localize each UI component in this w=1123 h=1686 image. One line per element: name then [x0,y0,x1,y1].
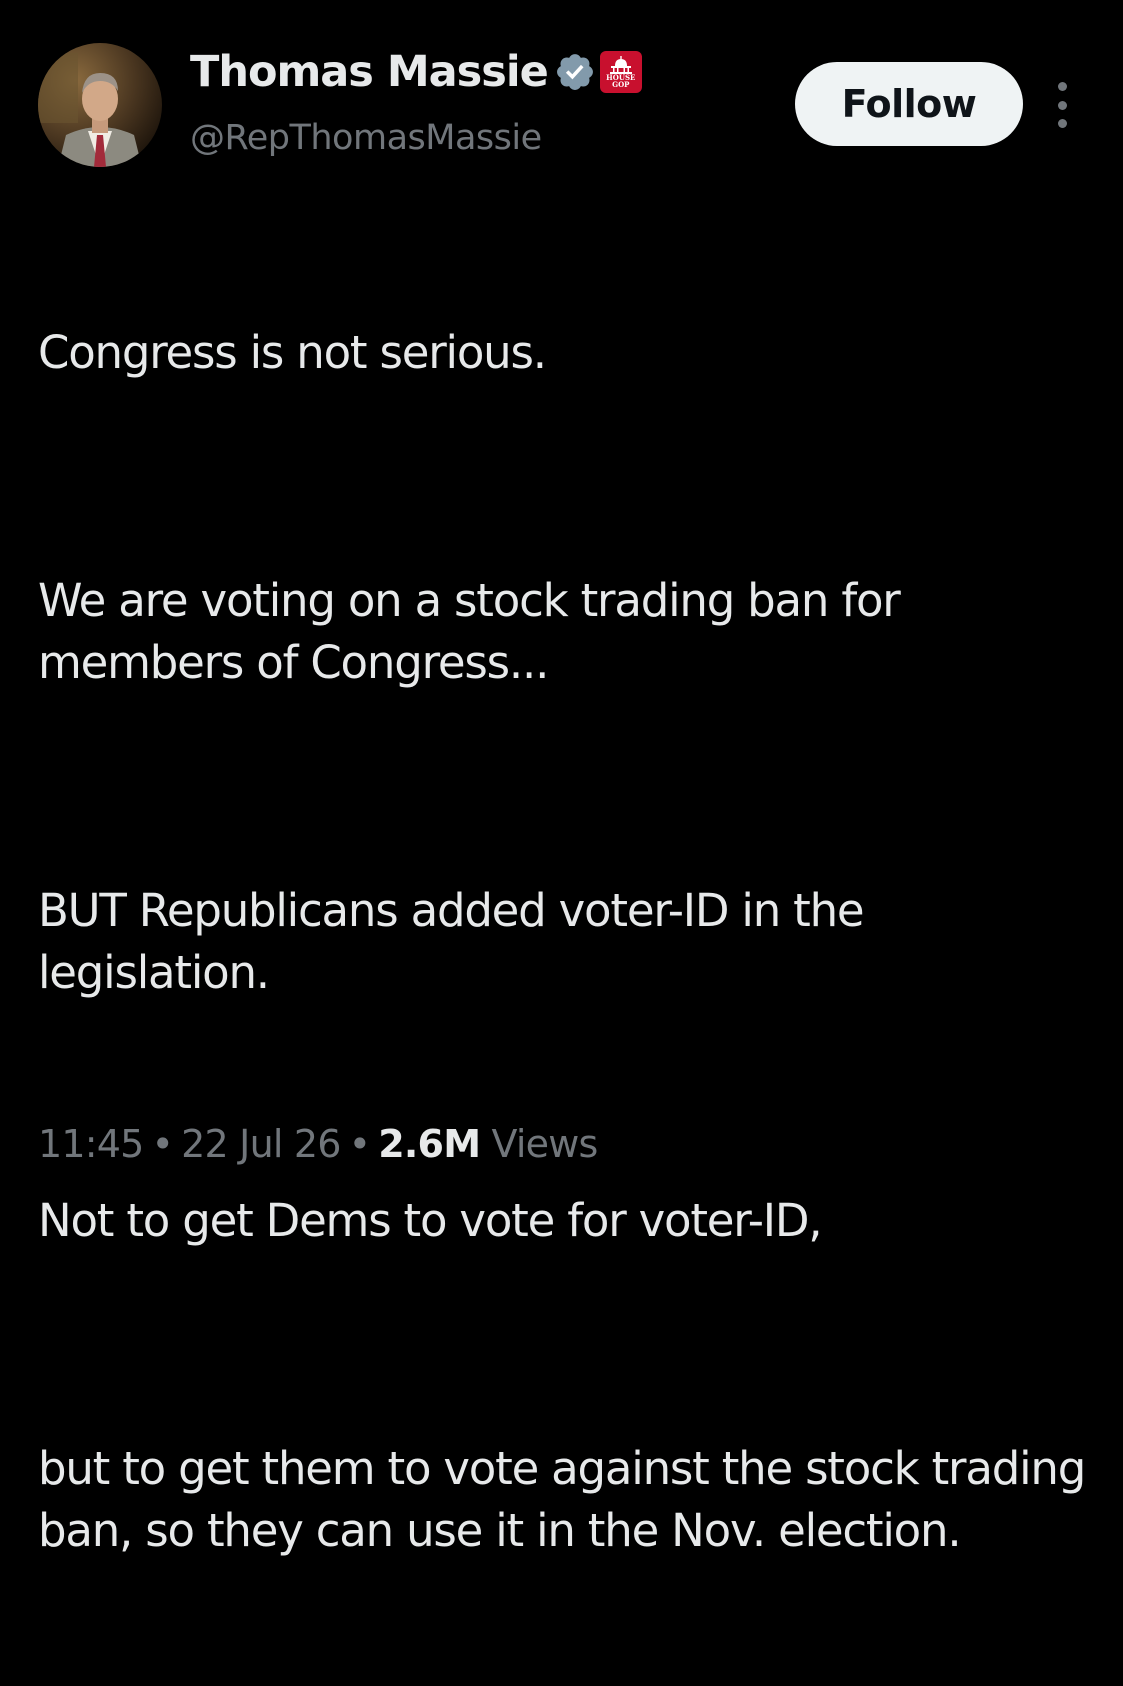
tweet-time[interactable]: 11:45 [38,1122,144,1166]
author-name-row: Thomas Massie HOUSE GOP [190,40,642,104]
tweet-meta: 11:45 • 22 Jul 26 • 2.6M Views [38,1112,599,1176]
tweet-paragraph: Congress is not serious. [38,326,547,379]
author-handle[interactable]: @RepThomasMassie [190,118,542,158]
views-label: Views [491,1122,599,1166]
tweet-paragraph: but to get them to vote against the stoc… [38,1442,1099,1557]
tweet-paragraph: We are voting on a stock trading ban for… [38,574,913,689]
author-display-name[interactable]: Thomas Massie [190,47,549,97]
affiliation-badge[interactable]: HOUSE GOP [599,51,642,93]
verified-badge-icon[interactable] [554,51,596,93]
meta-separator: • [348,1122,371,1166]
more-vertical-icon[interactable] [1044,82,1080,128]
tweet-paragraph: Not to get Dems to vote for voter-ID, [38,1194,823,1247]
avatar-image [38,43,162,167]
meta-separator: • [151,1122,174,1166]
more-dot [1057,119,1067,128]
capitol-icon [609,56,632,74]
affiliation-badge-text-line2: GOP [612,80,630,89]
tweet: Thomas Massie HOUSE GOP @RepThomasMassie [0,0,1123,1557]
more-dot [1057,100,1067,110]
more-dot [1057,82,1067,91]
tweet-date[interactable]: 22 Jul 26 [181,1122,341,1166]
follow-button[interactable]: Follow [795,62,1023,146]
views-count[interactable]: 2.6M [378,1122,481,1166]
tweet-paragraph: BUT Republicans added voter-ID in the le… [38,884,877,999]
tweet-body: Congress is not serious. We are voting o… [38,198,1098,1686]
avatar[interactable] [38,43,162,167]
